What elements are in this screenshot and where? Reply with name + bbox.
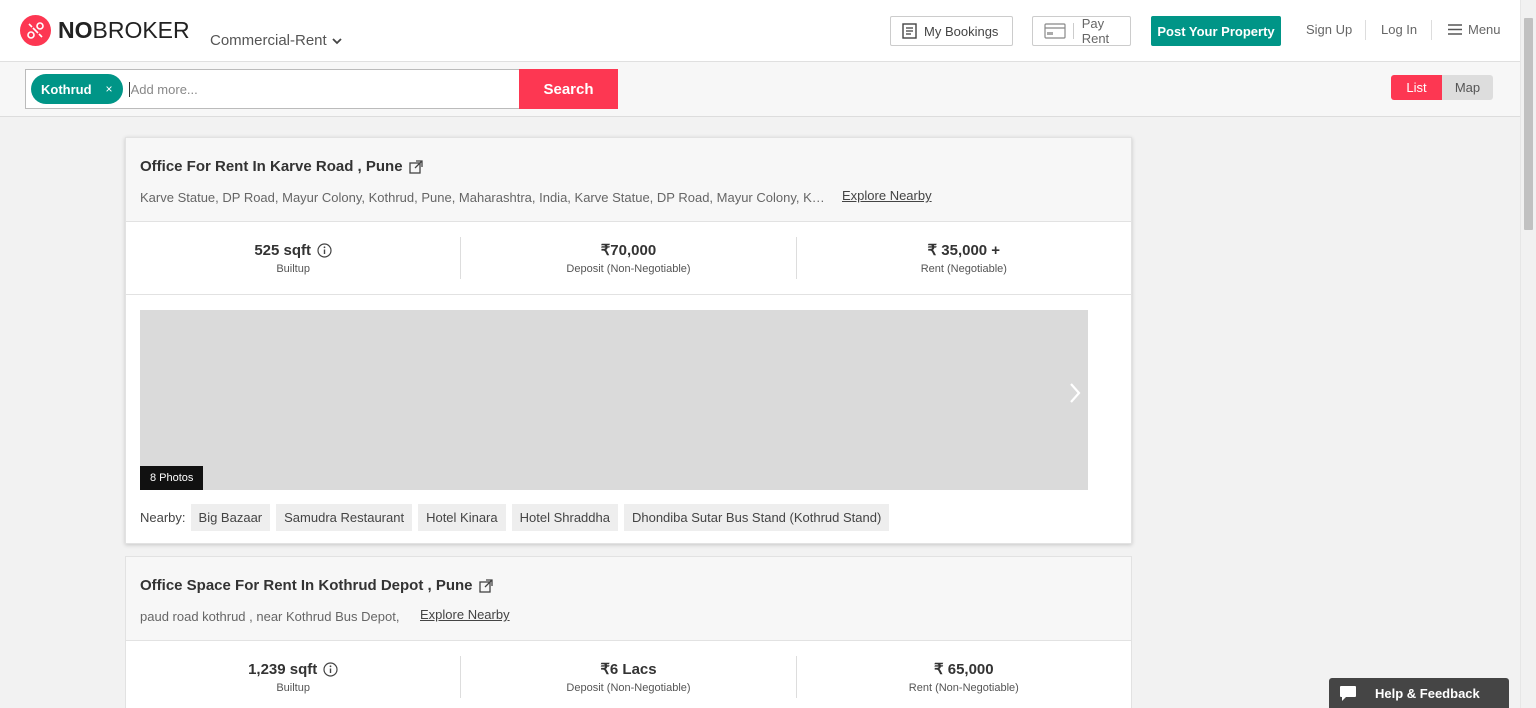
deposit-label: Deposit (Non-Negotiable) (566, 263, 691, 275)
explore-nearby-link[interactable]: Explore Nearby (420, 607, 510, 622)
pay-rent-label: Pay Rent (1081, 16, 1110, 46)
rent-value: ₹ 65,000 (934, 661, 994, 678)
search-input[interactable] (128, 81, 509, 97)
chevron-down-icon (332, 38, 342, 45)
rent-label: Rent (Negotiable) (920, 263, 1007, 275)
area-value: 525 sqft (254, 241, 312, 259)
help-feedback-label: Help & Feedback (1375, 685, 1480, 701)
nearby-list: Nearby: Big Bazaar Samudra Restaurant Ho… (140, 504, 895, 531)
card-icon (1044, 23, 1066, 39)
chevron-right-icon[interactable] (1068, 382, 1082, 404)
logo-icon (20, 15, 51, 46)
nearby-label: Nearby: (140, 510, 186, 525)
chip-close-icon[interactable]: × (106, 82, 113, 96)
my-bookings-button[interactable]: My Bookings (890, 16, 1013, 46)
rent-value: ₹ 35,000 + (927, 242, 1001, 259)
listing-title[interactable]: Office For Rent In Karve Road , Pune (140, 158, 423, 175)
area-label: Builtup (276, 681, 310, 694)
bookings-icon (902, 23, 917, 39)
nearby-tag: Big Bazaar (190, 504, 271, 531)
photos-count-badge: 8 Photos (140, 466, 204, 490)
external-link-icon[interactable] (408, 159, 423, 174)
deposit-stat: ₹70,000 Deposit (Non-Negotiable) (460, 237, 795, 279)
my-bookings-label: My Bookings (924, 23, 999, 39)
logo-text: NOBROKER (58, 17, 190, 43)
area-value: 1,239 sqft (248, 660, 318, 678)
list-view-button[interactable]: List (1391, 75, 1442, 100)
nearby-tag: Hotel Shraddha (511, 504, 618, 531)
photo-gallery[interactable]: 8 Photos (140, 310, 1088, 490)
listing-address: paud road kothrud , near Kothrud Bus Dep… (140, 609, 400, 624)
nearby-tag: Hotel Kinara (418, 504, 506, 531)
listing-title[interactable]: Office Space For Rent In Kothrud Depot ,… (140, 577, 493, 594)
menu-button[interactable]: Menu (1448, 22, 1501, 37)
rent-stat: ₹ 35,000 + Rent (Negotiable) (795, 237, 1131, 279)
deposit-stat: ₹6 Lacs Deposit (Non-Negotiable) (460, 656, 795, 698)
scrollbar-thumb[interactable] (1524, 18, 1533, 230)
header-divider (1431, 20, 1432, 40)
listing-stats: 1,239 sqft Builtup ₹6 Lacs Deposit (Non-… (126, 641, 1131, 708)
search-button[interactable]: Search (519, 69, 618, 109)
post-property-button[interactable]: Post Your Property (1151, 16, 1281, 46)
search-box: Kothrud × (25, 69, 520, 109)
map-view-button[interactable]: Map (1442, 75, 1493, 100)
rent-stat: ₹ 65,000 Rent (Non-Negotiable) (795, 656, 1131, 698)
listing-card: Office Space For Rent In Kothrud Depot ,… (125, 556, 1132, 708)
info-icon[interactable] (317, 242, 332, 258)
chip-label: Kothrud (41, 81, 92, 97)
deposit-label: Deposit (Non-Negotiable) (566, 682, 691, 694)
page-scrollbar[interactable] (1520, 0, 1536, 708)
area-label: Builtup (276, 262, 310, 275)
log-in-link[interactable]: Log In (1381, 22, 1417, 37)
sign-up-link[interactable]: Sign Up (1306, 22, 1352, 37)
area-stat: 525 sqft Builtup (126, 237, 460, 279)
external-link-icon[interactable] (478, 578, 493, 593)
menu-label: Menu (1468, 22, 1501, 37)
listing-address: Karve Statue, DP Road, Mayur Colony, Kot… (140, 190, 826, 205)
pay-divider (1073, 23, 1074, 39)
locality-chip[interactable]: Kothrud × (31, 74, 123, 104)
chat-bubble-icon (1339, 685, 1357, 702)
listing-stats: 525 sqft Builtup ₹70,000 Deposit (Non-Ne… (126, 222, 1131, 295)
deposit-value: ₹70,000 (600, 242, 657, 259)
category-label: Commercial-Rent (210, 32, 327, 49)
nearby-tag: Samudra Restaurant (276, 504, 413, 531)
listing-title-text: Office Space For Rent In Kothrud Depot ,… (140, 577, 473, 594)
search-bar: Kothrud × Search List Map (0, 62, 1520, 117)
top-header: NOBROKER Commercial-Rent My Bookings Pay… (0, 0, 1520, 62)
deposit-value: ₹6 Lacs (600, 661, 657, 678)
listing-title-text: Office For Rent In Karve Road , Pune (140, 158, 403, 175)
view-toggle: List Map (1391, 75, 1493, 100)
rent-label: Rent (Non-Negotiable) (908, 682, 1019, 694)
nearby-tag: Dhondiba Sutar Bus Stand (Kothrud Stand) (623, 504, 890, 531)
listing-header: Office For Rent In Karve Road , Pune Kar… (126, 138, 1131, 222)
hamburger-icon (1448, 24, 1462, 35)
header-divider (1365, 20, 1366, 40)
nobroker-logo[interactable]: NOBROKER (20, 15, 190, 46)
info-icon[interactable] (323, 661, 338, 677)
listing-header: Office Space For Rent In Kothrud Depot ,… (126, 557, 1131, 641)
category-dropdown[interactable]: Commercial-Rent (210, 32, 342, 49)
pay-rent-button[interactable]: Pay Rent (1032, 16, 1131, 46)
area-stat: 1,239 sqft Builtup (126, 656, 460, 698)
listing-card: Office For Rent In Karve Road , Pune Kar… (125, 137, 1132, 544)
help-feedback-button[interactable]: Help & Feedback (1329, 678, 1509, 708)
explore-nearby-link[interactable]: Explore Nearby (842, 188, 932, 203)
